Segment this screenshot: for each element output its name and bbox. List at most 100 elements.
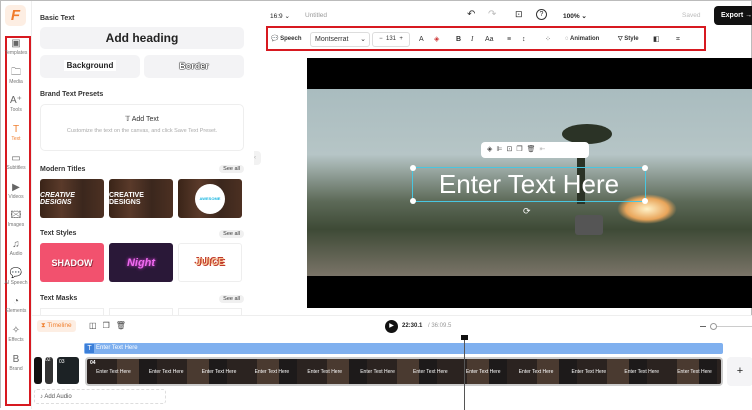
frame-caption: Enter Text Here (254, 369, 290, 375)
playhead-handle[interactable] (461, 335, 468, 340)
timeline-toggle[interactable]: ⧗ Timeline (37, 320, 76, 332)
font-select[interactable]: Montserrat ⌄ (310, 32, 370, 47)
spacing-icon[interactable]: ↕ (522, 33, 526, 46)
videos-icon: ▶ (12, 181, 20, 193)
frame-caption: Enter Text Here (413, 369, 448, 375)
rail-item-brand[interactable]: B Brand (3, 354, 29, 372)
delete-icon[interactable]: 🗑 (527, 146, 540, 153)
text-track-clip[interactable]: T Enter Text Here (84, 343, 723, 354)
canvas-text[interactable]: Enter Text Here (413, 168, 645, 201)
rail-item-effects[interactable]: ✧ Effects (3, 325, 29, 343)
rail-item-ai-speech[interactable]: 💬 AI Speech (3, 268, 29, 286)
add-heading-button[interactable]: Add heading (40, 27, 244, 49)
ai-tool-icon[interactable]: ⌗ (676, 33, 680, 46)
opacity-icon[interactable]: ⁘ (545, 33, 551, 46)
rail-item-media[interactable]: 🗀 Media (3, 67, 29, 85)
element-context-toolbar: ◈⊫⊡❐🗑⇤ (481, 142, 589, 158)
delete-clip-icon[interactable]: 🗑 (116, 321, 132, 330)
frame-caption: Enter Text Here (571, 369, 607, 375)
italic-icon[interactable]: I (471, 33, 473, 46)
rail-label: Tools (10, 107, 22, 114)
add-audio-button[interactable]: ♪ Add Audio (34, 389, 166, 404)
modern-title-3[interactable]: AWESOME (178, 179, 242, 218)
video-canvas[interactable]: ◈⊫⊡❐🗑⇤ Enter Text Here ⟳ (307, 58, 752, 308)
zoom-slider-thumb[interactable] (710, 323, 717, 330)
resize-handle[interactable] (410, 198, 416, 204)
resize-handle[interactable] (642, 165, 648, 171)
case-icon[interactable]: Aa (485, 33, 494, 46)
collapse-panel-handle[interactable]: ‹ (254, 151, 261, 165)
clip-04[interactable]: 04 Enter Text Here Enter Text Here Enter T… (85, 357, 723, 386)
play-button[interactable]: ▶ (385, 320, 398, 333)
zoom-slider[interactable] (712, 326, 752, 327)
text-mask-2[interactable] (109, 308, 173, 315)
current-time: 22:30.1 (402, 323, 423, 329)
rail-label: Brand (9, 365, 23, 372)
rail-item-tools[interactable]: A⁺ Tools (3, 95, 29, 113)
playhead[interactable] (464, 337, 465, 410)
text-style-juice[interactable]: JUICE (178, 243, 242, 282)
timeline-label: Timeline (47, 322, 72, 329)
align-element-icon[interactable]: ⊫ (496, 146, 506, 153)
text-clip-label: Enter Text Here (96, 345, 138, 351)
add-text-button[interactable]: 𝕋 Add Text (41, 115, 243, 123)
rail-item-text[interactable]: T Text (3, 124, 29, 142)
rail-item-subtitles[interactable]: ▭ Subtitles (3, 153, 29, 171)
zoom-select[interactable]: 100% ⌄ (563, 12, 587, 20)
help-icon[interactable]: ? (536, 9, 547, 20)
layer-icon[interactable]: ◈ (487, 146, 496, 153)
ai-speech-icon: 💬 (9, 267, 23, 279)
add-clip-button[interactable]: + (727, 357, 752, 386)
frame-caption: Enter Text Here (360, 369, 395, 375)
text-color-icon[interactable]: A (419, 33, 424, 46)
rail-label: Media (9, 78, 23, 85)
resize-handle[interactable] (410, 165, 416, 171)
rail-item-elements[interactable]: ◔ Elements (3, 296, 29, 314)
rail-item-audio[interactable]: ♫ Audio (3, 239, 29, 257)
clip-03[interactable]: 03 (57, 357, 79, 384)
speech-button[interactable]: 💬 Speech (271, 33, 301, 46)
align-icon[interactable]: ≡ (507, 33, 511, 46)
border-button[interactable]: Border (144, 55, 244, 78)
modern-title-2[interactable]: CREATIVE DESIGNS (109, 179, 173, 218)
rail-item-images[interactable]: 🖾 Images (3, 210, 29, 228)
redo-icon[interactable]: ↷ (488, 9, 496, 20)
see-all-text-masks[interactable]: See all (219, 295, 244, 303)
duplicate-icon[interactable]: ❐ (516, 146, 526, 153)
split-icon[interactable]: ◫ (89, 321, 103, 330)
text-selection-box[interactable]: Enter Text Here (410, 165, 648, 204)
bold-icon[interactable]: B (456, 33, 461, 46)
lock-icon[interactable]: ⊡ (507, 146, 517, 153)
audio-icon: ♫ (12, 238, 20, 250)
see-all-modern-titles[interactable]: See all (219, 165, 244, 173)
clip-01[interactable] (34, 357, 42, 384)
text-toolbar: 💬 Speech Montserrat ⌄ − 131 + A ◈ B I Aa… (266, 26, 706, 51)
exit-icon[interactable]: ⇤ (540, 146, 550, 153)
see-all-text-styles[interactable]: See all (219, 230, 244, 238)
text-style-night[interactable]: Night (109, 243, 173, 282)
rail-item-videos[interactable]: ▶ Videos (3, 182, 29, 200)
aspect-ratio-select[interactable]: 16:9 ⌄ (270, 12, 290, 20)
background-button[interactable]: Background (40, 55, 140, 78)
highlight-color-icon[interactable]: ◈ (434, 33, 439, 46)
undo-icon[interactable]: ↶ (467, 9, 475, 20)
export-button[interactable]: Export → (714, 6, 752, 25)
preview-icon[interactable]: ⊡ (515, 9, 523, 20)
animation-button[interactable]: ◌ Animation (565, 33, 599, 46)
rail-label: Text (11, 136, 21, 143)
rotate-handle-icon[interactable]: ⟳ (523, 206, 531, 217)
rail-item-templates[interactable]: ▣ Templates (3, 38, 29, 56)
project-title[interactable]: Untitled (305, 12, 327, 19)
brand-kit-icon[interactable]: ◧ (653, 33, 660, 46)
modern-title-1[interactable]: CREATIVE DESIGNS (40, 179, 104, 218)
font-size-stepper[interactable]: − 131 + (372, 32, 410, 47)
rail-label: Images (7, 222, 25, 229)
clip-02[interactable]: 02 (45, 357, 53, 384)
zoom-out-icon[interactable] (700, 326, 706, 327)
duplicate-clip-icon[interactable]: ❐ (103, 321, 116, 330)
text-mask-3[interactable] (178, 308, 242, 315)
style-button[interactable]: ▽ Style (618, 33, 639, 46)
resize-handle[interactable] (642, 198, 648, 204)
text-style-shadow[interactable]: SHADOW (40, 243, 104, 282)
text-mask-1[interactable] (40, 308, 104, 315)
